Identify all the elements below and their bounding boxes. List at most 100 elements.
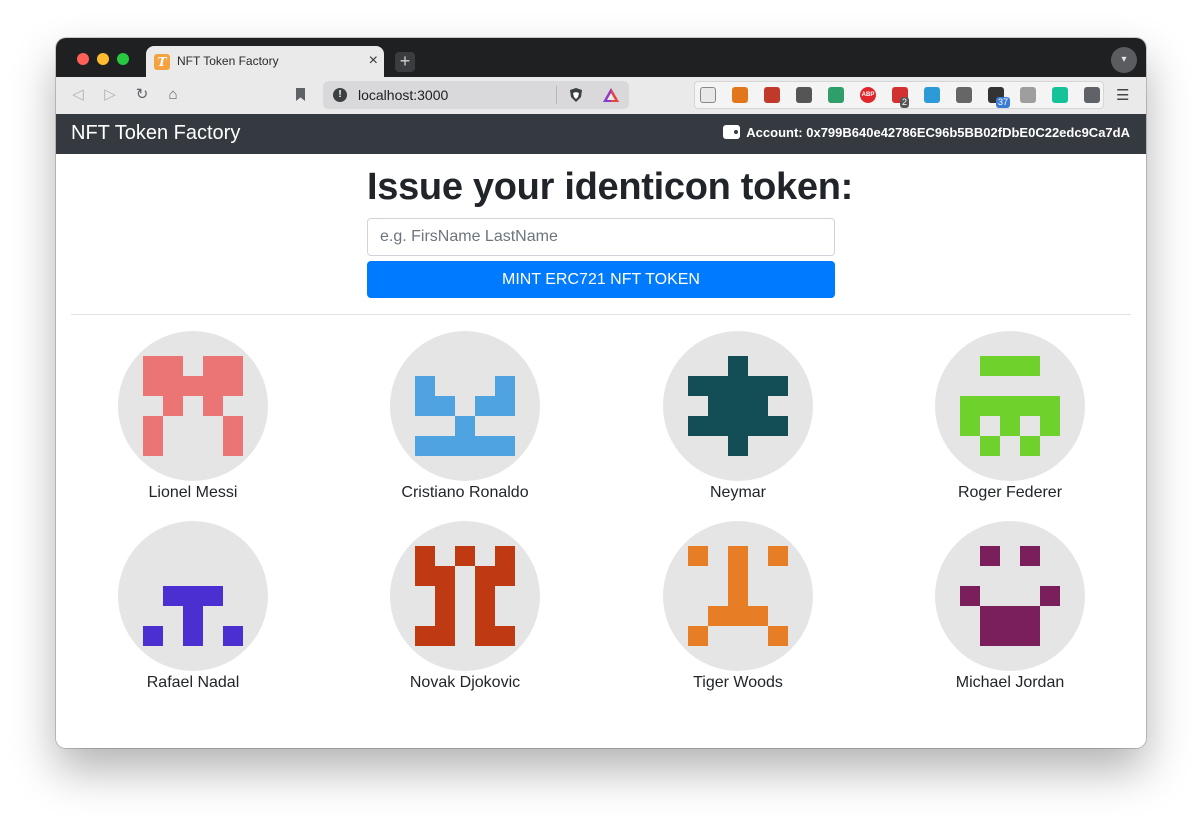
new-tab-button[interactable]: + [395, 52, 415, 72]
identicon-grid [688, 546, 788, 646]
identicon-cell [728, 586, 748, 606]
identicon-cell [415, 606, 435, 626]
extension-triangle-badge: 37 [996, 97, 1011, 108]
token-card[interactable]: Neymar [602, 331, 874, 502]
reload-icon[interactable]: ↻ [132, 85, 152, 105]
identicon-cell [728, 416, 748, 436]
bookmark-icon[interactable] [296, 88, 305, 101]
forward-icon[interactable]: ▷ [100, 85, 120, 105]
divider [71, 314, 1131, 315]
identicon-cell [495, 356, 515, 376]
tomato-icon[interactable] [1020, 87, 1036, 103]
identicon-cell [435, 546, 455, 566]
identicon-cell [183, 376, 203, 396]
identicon-cell [475, 566, 495, 586]
profile-menu-button[interactable]: ▾ [1111, 47, 1137, 73]
token-card[interactable]: Novak Djokovic [329, 521, 601, 692]
identicon-avatar [663, 521, 813, 671]
menu-icon[interactable]: ☰ [1116, 86, 1129, 104]
identicon-cell [183, 396, 203, 416]
identicon-cell [415, 376, 435, 396]
identicon-cell [223, 416, 243, 436]
identicon-cell [203, 356, 223, 376]
identicon-cell [960, 396, 980, 416]
extension-green-circle-icon[interactable] [828, 87, 844, 103]
identicon-cell [688, 626, 708, 646]
token-card[interactable]: Cristiano Ronaldo [329, 331, 601, 502]
address-bar[interactable]: ! localhost:3000 [323, 81, 629, 109]
identicon-cell [183, 416, 203, 436]
back-icon[interactable]: ◁ [68, 85, 88, 105]
identicon-cell [475, 436, 495, 456]
adblock-plus-icon[interactable]: ABP [860, 87, 876, 103]
identicon-cell [495, 546, 515, 566]
identicon-avatar [663, 331, 813, 481]
identicon-cell [143, 546, 163, 566]
token-name: Neymar [709, 484, 766, 501]
extension-s-icon[interactable] [796, 87, 812, 103]
reader-mode-icon[interactable] [700, 87, 716, 103]
site-info-icon[interactable]: ! [333, 88, 347, 102]
brave-rewards-icon[interactable] [602, 87, 620, 103]
identicon-cell [163, 356, 183, 376]
identicon-cell [980, 436, 1000, 456]
identicon-cell [748, 356, 768, 376]
extension-red-icon[interactable] [764, 87, 780, 103]
identicon-cell [768, 376, 788, 396]
identicon-cell [1040, 396, 1060, 416]
brave-shield-icon[interactable] [568, 87, 584, 103]
identicon-cell [768, 626, 788, 646]
identicon-cell [960, 606, 980, 626]
eyedropper-icon[interactable] [956, 87, 972, 103]
identicon-cell [1020, 356, 1040, 376]
identicon-cell [435, 436, 455, 456]
token-card[interactable]: Rafael Nadal [57, 521, 329, 692]
identicon-cell [708, 546, 728, 566]
token-card[interactable]: Tiger Woods [602, 521, 874, 692]
grammarly-icon[interactable] [1052, 87, 1068, 103]
extension-dots-badge: 2 [900, 97, 910, 108]
identicon-cell [1000, 566, 1020, 586]
tab-strip: T NFT Token Factory × + ▾ [56, 38, 1146, 77]
identicon-cell [980, 396, 1000, 416]
identicon-cell [455, 416, 475, 436]
metamask-fox-icon[interactable] [732, 87, 748, 103]
identicon-cell [1020, 626, 1040, 646]
identicon-cell [223, 356, 243, 376]
identicon-cell [495, 566, 515, 586]
tab-nft-token-factory[interactable]: T NFT Token Factory × [146, 46, 384, 77]
browser-window: T NFT Token Factory × + ▾ ◁ ▷ ↻ ⌂ ! loca… [56, 38, 1146, 748]
token-name-input[interactable] [367, 218, 835, 256]
token-card[interactable]: Michael Jordan [874, 521, 1146, 692]
identicon-cell [728, 356, 748, 376]
identicon-cell [748, 396, 768, 416]
extension-window-icon[interactable] [924, 87, 940, 103]
home-icon[interactable]: ⌂ [163, 85, 183, 105]
identicon-cell [183, 356, 203, 376]
tab-close-icon[interactable]: × [369, 51, 378, 71]
token-card[interactable]: Lionel Messi [57, 331, 329, 502]
identicon-cell [203, 626, 223, 646]
close-window-button[interactable] [77, 53, 89, 65]
identicon-cell [455, 606, 475, 626]
token-card[interactable]: Roger Federer [874, 331, 1146, 502]
identicon-cell [203, 416, 223, 436]
zoom-window-button[interactable] [117, 53, 129, 65]
brand-title[interactable]: NFT Token Factory [71, 122, 240, 145]
identicon-cell [183, 566, 203, 586]
identicon-cell [960, 586, 980, 606]
url-text[interactable]: localhost:3000 [358, 87, 448, 103]
mint-token-button[interactable]: MINT ERC721 NFT TOKEN [367, 261, 835, 298]
browser-toolbar: ◁ ▷ ↻ ⌂ ! localhost:3000 ABP 2 37 ☰ [56, 77, 1146, 115]
identicon-cell [688, 546, 708, 566]
puzzle-extensions-icon[interactable] [1084, 87, 1100, 103]
identicon-cell [475, 396, 495, 416]
identicon-cell [495, 436, 515, 456]
identicon-cell [203, 606, 223, 626]
minimize-window-button[interactable] [97, 53, 109, 65]
identicon-cell [748, 606, 768, 626]
identicon-cell [495, 586, 515, 606]
identicon-cell [768, 546, 788, 566]
identicon-cell [183, 626, 203, 646]
identicon-cell [163, 546, 183, 566]
